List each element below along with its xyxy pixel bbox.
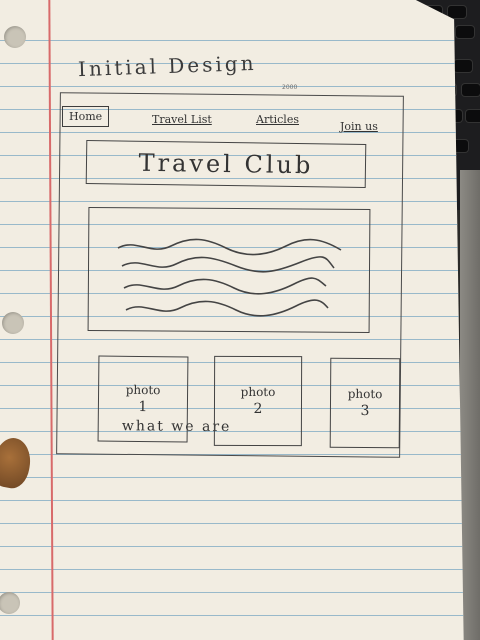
photo-number: 2 [253,400,263,418]
margin-line [48,0,54,640]
nav-join-us: Join us [340,120,378,133]
nav-home: Home [62,106,110,127]
placeholder-text-squiggles [117,238,342,317]
photo-placeholder-2: photo 2 [213,355,303,447]
photo-label: photo [240,384,276,400]
binder-hole [2,312,24,334]
banner-title: Travel Club [138,148,314,180]
binder-hole [4,26,26,48]
banner-box: Travel Club [85,140,367,188]
photo-placeholder-1: photo 1 [97,355,189,443]
tiny-note: 2000 [282,84,298,91]
nav-articles: Articles [256,113,299,126]
photo-label: photo [125,382,161,398]
notebook-paper: Initial Design 2000 Home Travel List Art… [0,0,464,640]
fingertip [0,435,35,491]
laptop-edge [460,170,480,640]
photo-number: 1 [138,398,148,416]
photo-placeholder-3: photo 3 [329,357,401,449]
photo-label: photo [347,386,383,402]
binder-hole [0,592,20,614]
nav-travel-list: Travel List [152,113,212,126]
sketch-title: Initial Design [77,50,257,82]
photo-number: 3 [360,402,370,420]
